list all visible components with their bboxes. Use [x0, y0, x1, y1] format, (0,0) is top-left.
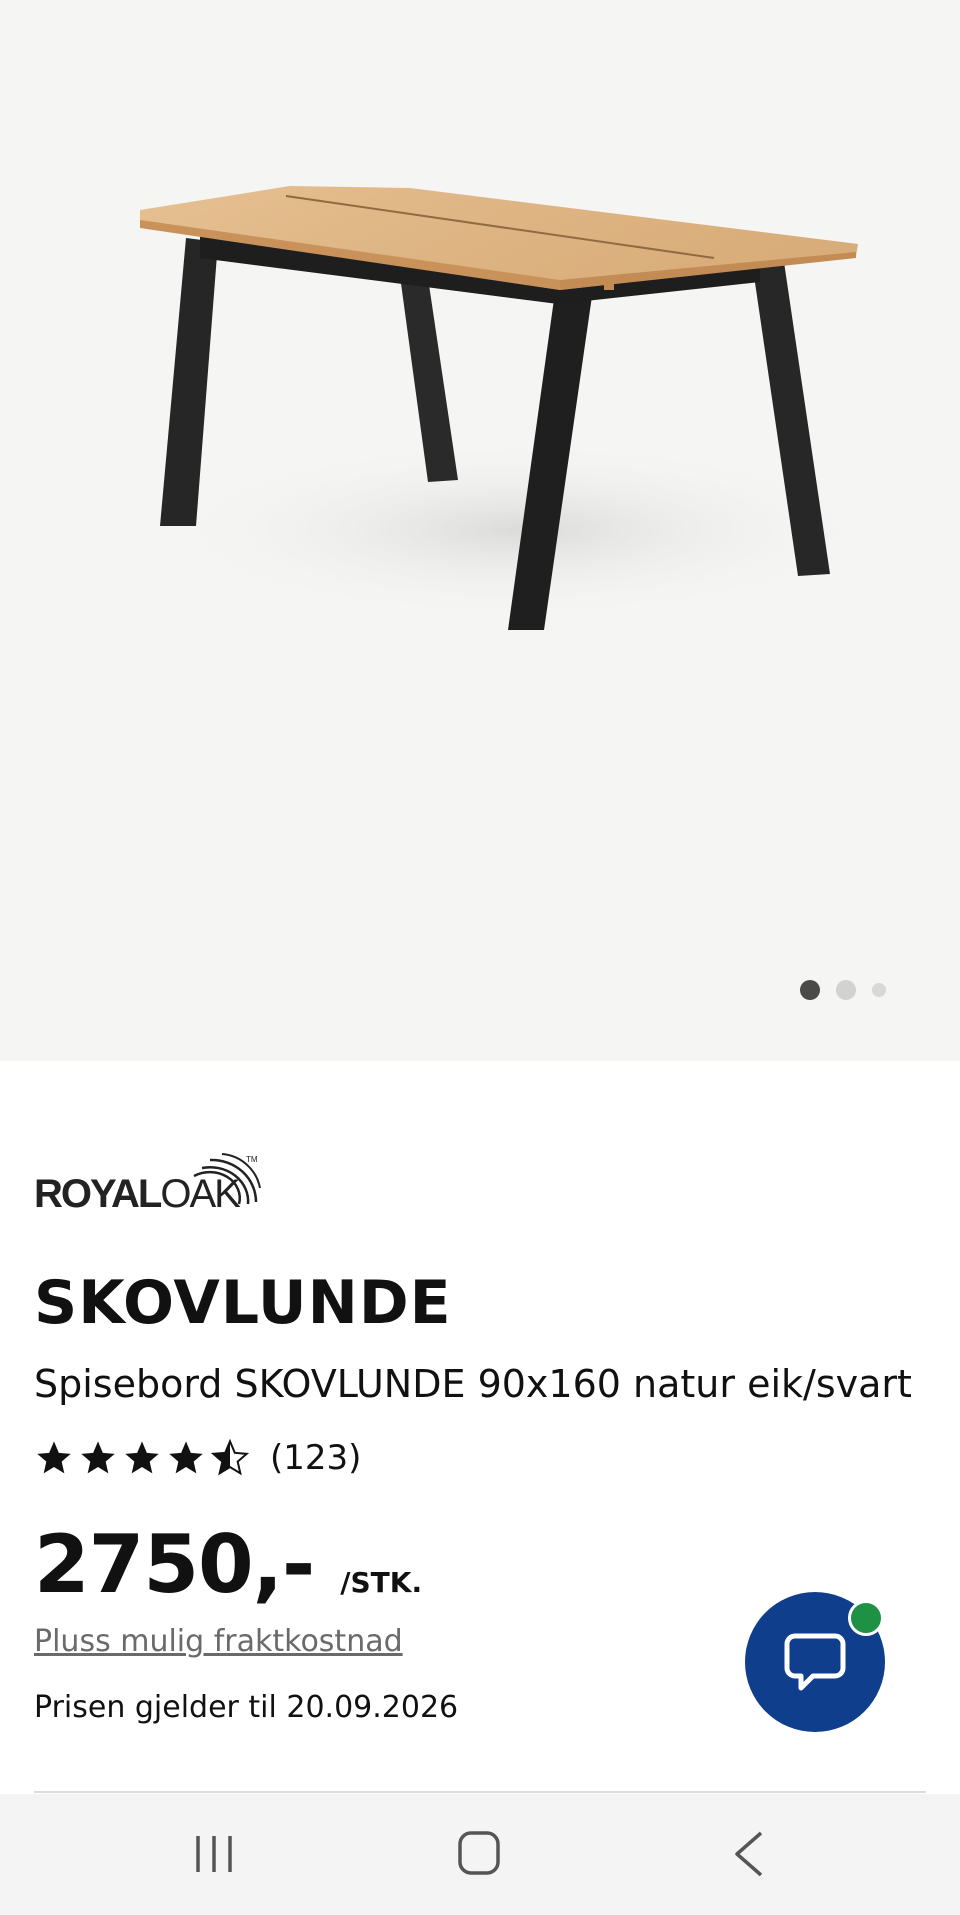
product-image — [140, 186, 880, 630]
product-image-gallery[interactable] — [0, 0, 960, 1061]
star-full-icon — [122, 1438, 162, 1478]
product-price: 2750,- /STK. — [34, 1518, 422, 1611]
recent-apps-icon — [196, 1836, 232, 1872]
star-half-icon — [210, 1438, 250, 1478]
price-value: 2750,- — [34, 1518, 315, 1611]
star-full-icon — [78, 1438, 118, 1478]
back-icon — [735, 1831, 763, 1877]
home-button[interactable] — [421, 1794, 541, 1915]
back-button[interactable] — [692, 1794, 812, 1915]
divider — [34, 1791, 926, 1793]
star-full-icon — [166, 1438, 206, 1478]
rating-stars — [34, 1438, 250, 1478]
product-description: Spisebord SKOVLUNDE 90x160 natur eik/sva… — [34, 1362, 912, 1406]
chat-bubble-icon — [784, 1633, 846, 1691]
star-full-icon — [34, 1438, 74, 1478]
gallery-dot-active[interactable] — [800, 980, 820, 1000]
product-rating[interactable]: (123) — [34, 1438, 361, 1478]
gallery-pagination[interactable] — [800, 980, 886, 1000]
shipping-cost-link[interactable]: Pluss mulig fraktkostnad — [34, 1624, 403, 1659]
recent-apps-button[interactable] — [154, 1794, 274, 1915]
system-navigation-bar — [0, 1794, 960, 1915]
chat-online-indicator — [848, 1600, 884, 1636]
gallery-dot[interactable] — [836, 980, 856, 1000]
price-valid-until: Prisen gjelder til 20.09.2026 — [34, 1690, 459, 1725]
trademark-mark: TM — [246, 1155, 258, 1164]
home-icon — [458, 1831, 500, 1875]
gallery-dot[interactable] — [872, 983, 886, 997]
product-title: SKOVLUNDE — [34, 1268, 452, 1338]
brand-logo-mark: TM — [193, 1153, 261, 1205]
review-count[interactable]: (123) — [270, 1438, 361, 1478]
price-unit: /STK. — [340, 1566, 423, 1599]
